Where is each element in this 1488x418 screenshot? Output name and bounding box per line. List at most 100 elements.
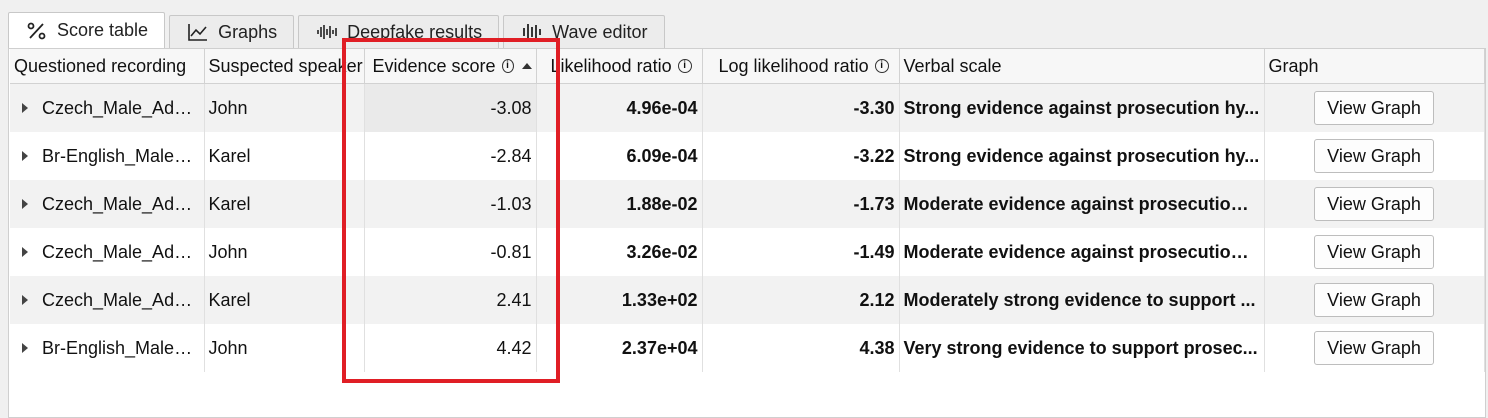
log-likelihood-ratio-cell: 4.38 [702, 324, 900, 372]
speaker-cell: Karel [204, 276, 365, 324]
table-row[interactable]: Br-English_Male_... John 4.42 2.37e+04 4… [10, 324, 1485, 372]
view-graph-button[interactable]: View Graph [1314, 91, 1434, 125]
likelihood-ratio-cell: 6.09e-04 [536, 132, 703, 180]
table-row[interactable]: Czech_Male_Adul... John -0.81 3.26e-02 -… [10, 228, 1485, 276]
score-table: Questioned recording Suspected speaker E… [10, 49, 1485, 372]
column-header-label: Likelihood ratio [550, 55, 672, 76]
evidence-score-cell: -2.84 [364, 132, 537, 180]
evidence-score-cell: 4.42 [364, 324, 537, 372]
tab-label: Deepfake results [347, 21, 483, 42]
recording-name: Czech_Male_Adul... [42, 289, 194, 310]
verbal-scale-cell: Moderately strong evidence to support ..… [899, 276, 1265, 324]
view-graph-button[interactable]: View Graph [1314, 331, 1434, 365]
tab-wave-editor[interactable]: Wave editor [503, 15, 665, 48]
graph-cell: View Graph [1264, 228, 1485, 276]
likelihood-ratio-cell: 4.96e-04 [536, 83, 703, 132]
view-graph-button[interactable]: View Graph [1314, 283, 1434, 317]
tab-graphs[interactable]: Graphs [169, 15, 295, 48]
table-header-row: Questioned recording Suspected speaker E… [10, 49, 1485, 84]
verbal-scale-cell: Strong evidence against prosecution hy..… [899, 83, 1265, 132]
info-icon[interactable]: i [874, 59, 889, 73]
tab-deepfake-results[interactable]: Deepfake results [298, 15, 500, 48]
info-icon[interactable]: i [677, 59, 692, 73]
recording-cell: Czech_Male_Adul... [10, 228, 205, 276]
evidence-score-cell: -0.81 [364, 228, 537, 276]
table-row[interactable]: Czech_Male_Adul... John -3.08 4.96e-04 -… [10, 83, 1485, 132]
table-row[interactable]: Br-English_Male_... Karel -2.84 6.09e-04… [10, 132, 1485, 180]
tab-bar: Score table Graphs Deepfake results Wave… [8, 12, 665, 48]
expand-arrow-icon[interactable] [22, 199, 28, 210]
app-window: Score table Graphs Deepfake results Wave… [0, 0, 1488, 418]
column-header-evidence-score[interactable]: Evidence score i [364, 49, 537, 84]
recording-cell: Czech_Male_Adul... [10, 83, 205, 132]
graph-cell: View Graph [1264, 83, 1485, 132]
expand-arrow-icon[interactable] [22, 151, 28, 162]
recording-name: Czech_Male_Adul... [42, 193, 194, 214]
graph-cell: View Graph [1264, 132, 1485, 180]
likelihood-ratio-cell: 1.88e-02 [536, 180, 703, 228]
table-row[interactable]: Czech_Male_Adul... Karel 2.41 1.33e+02 2… [10, 276, 1485, 324]
column-header-verbal-scale[interactable]: Verbal scale [899, 49, 1265, 84]
recording-cell: Czech_Male_Adul... [10, 276, 205, 324]
graph-cell: View Graph [1264, 180, 1485, 228]
column-header-label: Verbal scale [903, 55, 1002, 76]
column-header-suspected-speaker[interactable]: Suspected speaker [204, 49, 365, 84]
view-graph-button[interactable]: View Graph [1314, 187, 1434, 221]
verbal-scale-cell: Very strong evidence to support prosec..… [899, 324, 1265, 372]
recording-cell: Br-English_Male_... [10, 132, 205, 180]
column-header-questioned-recording[interactable]: Questioned recording [10, 49, 205, 84]
percent-icon [25, 21, 49, 41]
waveform-icon [315, 22, 339, 42]
evidence-score-cell: -3.08 [364, 83, 537, 132]
column-header-label: Questioned recording [14, 55, 187, 76]
column-header-label: Log likelihood ratio [718, 55, 869, 76]
score-table-panel: Questioned recording Suspected speaker E… [8, 48, 1486, 418]
tab-label: Graphs [218, 21, 278, 42]
expand-arrow-icon[interactable] [22, 247, 28, 258]
log-likelihood-ratio-cell: -3.30 [702, 83, 900, 132]
tab-label: Score table [57, 20, 149, 40]
likelihood-ratio-cell: 2.37e+04 [536, 324, 703, 372]
verbal-scale-cell: Moderate evidence against prosecution ..… [899, 180, 1265, 228]
recording-name: Br-English_Male_... [42, 145, 194, 166]
column-header-graph[interactable]: Graph [1264, 49, 1485, 84]
recording-name: Br-English_Male_... [42, 337, 194, 358]
likelihood-ratio-cell: 1.33e+02 [536, 276, 703, 324]
info-icon[interactable]: i [501, 59, 514, 73]
evidence-score-cell: 2.41 [364, 276, 537, 324]
speaker-cell: John [204, 228, 365, 276]
log-likelihood-ratio-cell: -3.22 [702, 132, 900, 180]
line-chart-icon [186, 22, 210, 42]
recording-name: Czech_Male_Adul... [42, 241, 194, 262]
column-header-label: Evidence score [372, 55, 496, 76]
expand-arrow-icon[interactable] [22, 343, 28, 354]
speaker-cell: John [204, 324, 365, 372]
speaker-cell: Karel [204, 132, 365, 180]
likelihood-ratio-cell: 3.26e-02 [536, 228, 703, 276]
tab-label: Wave editor [552, 21, 648, 42]
log-likelihood-ratio-cell: 2.12 [702, 276, 900, 324]
sort-ascending-icon [521, 63, 532, 69]
recording-cell: Br-English_Male_... [10, 324, 205, 372]
log-likelihood-ratio-cell: -1.49 [702, 228, 900, 276]
tab-score-table[interactable]: Score table [8, 12, 166, 48]
expand-arrow-icon[interactable] [22, 295, 28, 306]
verbal-scale-cell: Strong evidence against prosecution hy..… [899, 132, 1265, 180]
log-likelihood-ratio-cell: -1.73 [702, 180, 900, 228]
recording-name: Czech_Male_Adul... [42, 97, 194, 118]
speaker-cell: Karel [204, 180, 365, 228]
view-graph-button[interactable]: View Graph [1314, 235, 1434, 269]
graph-cell: View Graph [1264, 276, 1485, 324]
wave-bars-icon [520, 22, 544, 42]
speaker-cell: John [204, 83, 365, 132]
column-header-label: Graph [1268, 55, 1319, 76]
table-row[interactable]: Czech_Male_Adul... Karel -1.03 1.88e-02 … [10, 180, 1485, 228]
recording-cell: Czech_Male_Adul... [10, 180, 205, 228]
column-header-log-likelihood-ratio[interactable]: Log likelihood ratio i [702, 49, 900, 84]
column-header-likelihood-ratio[interactable]: Likelihood ratio i [536, 49, 703, 84]
evidence-score-cell: -1.03 [364, 180, 537, 228]
graph-cell: View Graph [1264, 324, 1485, 372]
expand-arrow-icon[interactable] [22, 103, 28, 114]
verbal-scale-cell: Moderate evidence against prosecution ..… [899, 228, 1265, 276]
view-graph-button[interactable]: View Graph [1314, 139, 1434, 173]
